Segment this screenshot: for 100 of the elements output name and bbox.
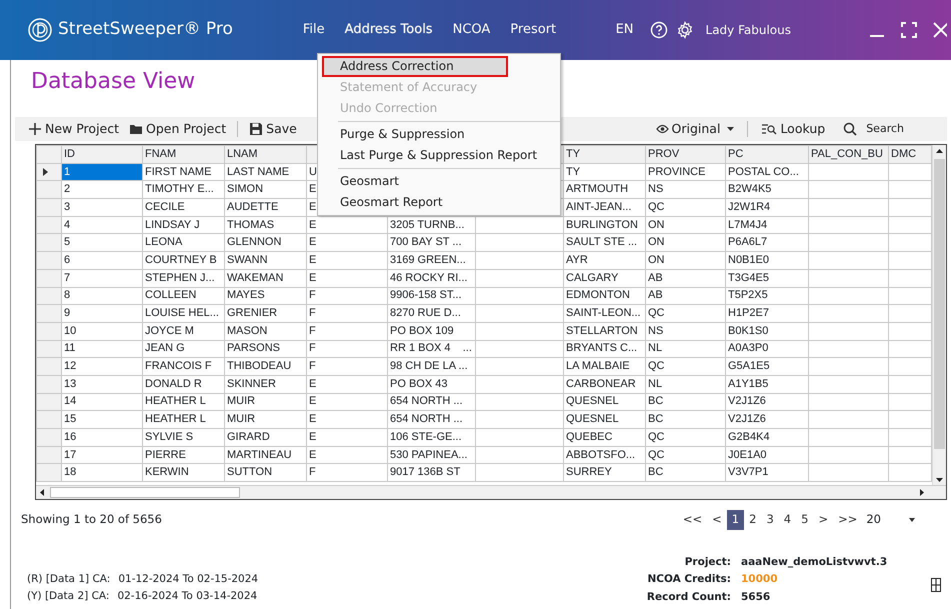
summary-value: aaaNew_demoListvwvt.3 xyxy=(741,555,888,570)
date-range: 01-12-2024 To 02-15-2024 xyxy=(118,572,258,587)
vertical-scrollbar[interactable] xyxy=(932,145,946,487)
table-cell: F xyxy=(306,304,388,322)
page-title: Database View xyxy=(31,68,196,96)
table-cell: G2B4K4 xyxy=(726,428,808,446)
table-cell: QC xyxy=(646,198,726,216)
table-cell: SURREY xyxy=(564,464,646,482)
menu-item[interactable]: Purge & Suppression xyxy=(318,124,560,145)
search-button[interactable]: Search xyxy=(838,120,909,138)
caret-icon[interactable] xyxy=(909,518,915,522)
table-cell: AUDETTE xyxy=(224,198,306,216)
page-size-select[interactable]: 20 xyxy=(866,511,881,529)
table-cell: G5A1E5 xyxy=(726,358,808,376)
table-cell: BC xyxy=(646,464,726,482)
page-button[interactable]: 3 xyxy=(761,510,779,530)
table-cell: 9906-158 ST... xyxy=(388,287,476,305)
menu-item[interactable]: Address Tools xyxy=(338,20,439,40)
table-cell: RR 1 BOX 4 ... xyxy=(388,340,476,358)
help-icon[interactable] xyxy=(650,21,668,39)
table-cell: 12 xyxy=(62,358,142,376)
page-button[interactable]: > xyxy=(813,510,834,530)
table-cell: E xyxy=(306,428,388,446)
column-header[interactable]: LNAM xyxy=(224,146,306,164)
table-cell: MUIR xyxy=(224,410,306,428)
data-label: (R) [Data 1] CA: xyxy=(27,572,110,587)
column-header[interactable]: ID xyxy=(62,146,142,164)
menu-item[interactable]: Last Purge & Suppression Report xyxy=(318,145,560,166)
table-cell: 654 NORTH ... xyxy=(388,393,476,411)
page-button[interactable]: < xyxy=(707,510,727,530)
table-cell: QC xyxy=(646,358,726,376)
view-dropdown[interactable]: Original xyxy=(650,120,740,138)
table-cell: BC xyxy=(646,410,726,428)
table-cell: LEONA xyxy=(142,234,224,252)
summary-value: 5656 xyxy=(741,590,772,605)
table-cell: AYR xyxy=(564,252,646,270)
menu-item[interactable]: Presort xyxy=(504,20,562,40)
page-button[interactable]: 4 xyxy=(778,510,796,530)
maximize-icon[interactable] xyxy=(901,22,917,38)
current-row-icon xyxy=(43,168,48,176)
table-cell: E xyxy=(306,234,388,252)
table-cell: MASON xyxy=(224,322,306,340)
table-cell: JOYCE M xyxy=(142,322,224,340)
table-cell: A0A3P0 xyxy=(726,340,808,358)
caret-icon xyxy=(727,126,734,132)
table-cell: QC xyxy=(646,446,726,464)
lookup-button[interactable]: Lookup xyxy=(756,120,830,138)
table-cell: 530 PAPINEA... xyxy=(388,446,476,464)
page-button[interactable]: 5 xyxy=(796,510,814,530)
table-cell: 3 xyxy=(62,198,142,216)
scroll-left-icon xyxy=(40,489,44,496)
user-name[interactable]: Lady Fabulous xyxy=(706,21,791,39)
table-cell: KERWIN xyxy=(142,464,224,482)
table-cell: A1Y1B5 xyxy=(726,375,808,394)
table-cell: V2J1Z6 xyxy=(726,393,808,411)
table-cell: E xyxy=(306,410,388,428)
table-cell: 98 CH DE LA ... xyxy=(388,358,476,376)
table-cell: HEATHER L xyxy=(142,393,224,411)
save-icon xyxy=(249,122,264,136)
date-range: 02-16-2024 To 03-14-2024 xyxy=(117,589,258,604)
page-button[interactable]: 2 xyxy=(744,510,762,530)
table-cell: 46 ROCKY RI... xyxy=(388,269,476,287)
page-button[interactable]: << xyxy=(678,510,708,530)
table-cell: CALGARY xyxy=(564,269,646,287)
column-header[interactable]: DMC xyxy=(888,146,932,164)
toolbar-button[interactable]: New Project xyxy=(23,120,124,138)
table-cell: E xyxy=(306,252,388,270)
settings-icon[interactable] xyxy=(676,21,694,39)
column-header[interactable]: PAL_CON_BU xyxy=(808,146,888,164)
table-cell: B0K1S0 xyxy=(726,322,808,340)
table-cell: F xyxy=(306,464,388,482)
grid-icon[interactable] xyxy=(931,578,941,592)
menu-item[interactable]: Address Correction xyxy=(322,56,508,77)
menu-item[interactable]: NCOA xyxy=(446,20,496,40)
toolbar-button[interactable]: Save xyxy=(244,120,302,138)
table-cell: HEATHER L xyxy=(142,410,224,428)
table-cell: 11 xyxy=(62,340,142,358)
table-cell: MUIR xyxy=(224,393,306,411)
toolbar-button[interactable]: Open Project xyxy=(124,120,232,138)
menu-item[interactable]: File xyxy=(296,20,331,40)
table-cell: SUTTON xyxy=(224,464,306,482)
table-cell: MARTINEAU xyxy=(224,446,306,464)
table-cell: 106 STE-GE... xyxy=(388,428,476,446)
table-cell: GRENIER xyxy=(224,304,306,322)
language-label[interactable]: EN xyxy=(616,20,634,40)
close-icon[interactable] xyxy=(933,22,947,38)
column-header[interactable]: FNAM xyxy=(142,146,224,164)
horizontal-scrollbar[interactable] xyxy=(36,485,946,499)
table-cell: PROVINCE xyxy=(646,163,726,181)
table-cell: STELLARTON xyxy=(564,322,646,340)
table-cell: POSTAL CO... xyxy=(726,163,808,181)
table-cell: COLLEEN xyxy=(142,287,224,305)
page-button[interactable]: 1 xyxy=(726,510,744,530)
table-cell: 2 xyxy=(62,180,142,199)
table-cell: EDMONTON xyxy=(564,287,646,305)
table-cell: FRANCOIS F xyxy=(142,358,224,376)
page-button[interactable]: >> xyxy=(833,510,862,530)
column-header[interactable]: PC xyxy=(726,146,808,164)
column-header[interactable]: PROV xyxy=(646,146,726,164)
column-header[interactable]: TY xyxy=(564,146,646,164)
